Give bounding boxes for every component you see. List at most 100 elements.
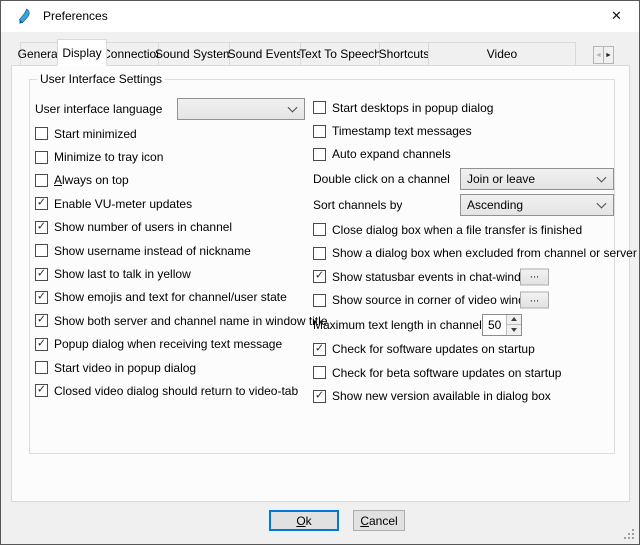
cancel-button[interactable]: Cancel [353, 510, 405, 531]
checkbox-label[interactable]: Closed video dialog should return to vid… [54, 384, 298, 398]
max-text-length-value[interactable]: 50 [483, 315, 506, 335]
checkbox-label[interactable]: Always on top [54, 173, 129, 187]
tab-video[interactable]: Video [428, 42, 576, 66]
auto-expand-channels-checkbox[interactable] [313, 148, 326, 161]
tab-scroll-right-button[interactable]: ► [603, 46, 614, 64]
max-text-length-spinner[interactable]: 50 [482, 314, 522, 336]
video-source-more-button[interactable]: ... [520, 292, 549, 309]
left-settings-column: User interface language Start minimized … [35, 96, 310, 403]
check-beta-updates-checkbox[interactable] [313, 366, 326, 379]
language-select[interactable] [177, 98, 305, 120]
video-popup-checkbox[interactable] [35, 361, 48, 374]
chevron-down-icon [288, 103, 298, 113]
close-button[interactable]: ✕ [594, 1, 639, 31]
checkbox-label[interactable]: Show a dialog box when excluded from cha… [332, 246, 637, 260]
window-title: Preferences [43, 1, 108, 32]
vu-meter-checkbox[interactable]: ✓ [35, 197, 48, 210]
tab-label: Video [487, 47, 517, 61]
checkbox-label[interactable]: Auto expand channels [332, 147, 451, 161]
spin-up-button[interactable] [507, 315, 521, 326]
tab-label: General [18, 47, 61, 61]
teamtalk-app-icon [16, 8, 33, 25]
checkbox-row: Start desktops in popup dialog [313, 96, 638, 119]
minimize-to-tray-checkbox[interactable] [35, 151, 48, 164]
checkbox-label[interactable]: Close dialog box when a file transfer is… [332, 223, 582, 237]
closed-video-return-checkbox[interactable]: ✓ [35, 384, 48, 397]
checkbox-row: ✓ Closed video dialog should return to v… [35, 379, 310, 402]
checkbox-row: Show a dialog box when excluded from cha… [313, 242, 638, 265]
tab-connection[interactable]: Connection [106, 42, 159, 66]
checkbox-row: Start minimized [35, 122, 310, 145]
display-tab-pane: User Interface Settings User interface l… [11, 65, 630, 502]
checkbox-label[interactable]: Start minimized [54, 127, 137, 141]
chevron-down-icon [597, 199, 607, 209]
checkbox-label[interactable]: Show new version available in dialog box [332, 389, 551, 403]
checkbox-label[interactable]: Timestamp text messages [332, 124, 472, 138]
popup-text-message-checkbox[interactable]: ✓ [35, 338, 48, 351]
tab-text-to-speech[interactable]: Text To Speech [300, 42, 380, 66]
double-click-value: Join or leave [467, 172, 535, 186]
checkbox-label[interactable]: Show emojis and text for channel/user st… [54, 290, 287, 304]
excluded-dialog-checkbox[interactable] [313, 247, 326, 260]
resize-grip[interactable] [624, 529, 635, 540]
statusbar-events-checkbox[interactable]: ✓ [313, 270, 326, 283]
ok-button[interactable]: Ok [269, 510, 339, 531]
tab-sound-system[interactable]: Sound System [158, 42, 230, 66]
close-on-transfer-finished-checkbox[interactable] [313, 223, 326, 236]
statusbar-events-more-button[interactable]: ... [520, 268, 549, 285]
checkbox-label[interactable]: Minimize to tray icon [54, 150, 163, 164]
timestamp-messages-checkbox[interactable] [313, 125, 326, 138]
spin-down-button[interactable] [507, 325, 521, 335]
tab-shortcuts[interactable]: Shortcuts [379, 42, 429, 66]
checkbox-row: Always on top [35, 169, 310, 192]
sort-channels-value: Ascending [467, 198, 523, 212]
check-icon: ✓ [315, 343, 324, 354]
new-version-dialog-checkbox[interactable]: ✓ [313, 390, 326, 403]
tab-label: Sound Events [228, 47, 303, 61]
checkbox-label[interactable]: Enable VU-meter updates [54, 197, 192, 211]
spinner-buttons [506, 315, 521, 335]
checkbox-label[interactable]: Show username instead of nickname [54, 244, 251, 258]
username-instead-nickname-checkbox[interactable] [35, 244, 48, 257]
checkbox-label[interactable]: Check for software updates on startup [332, 342, 535, 356]
check-icon: ✓ [37, 291, 46, 302]
checkbox-row: Auto expand channels [313, 143, 638, 166]
last-talk-yellow-checkbox[interactable]: ✓ [35, 268, 48, 281]
arrow-right-icon: ► [605, 52, 612, 59]
checkbox-label[interactable]: Show both server and channel name in win… [54, 314, 328, 328]
checkbox-label[interactable]: Show statusbar events in chat-window [332, 270, 536, 284]
tab-label: Text To Speech [299, 47, 381, 61]
checkbox-row: ✓ Show emojis and text for channel/user … [35, 286, 310, 309]
checkbox-label[interactable]: Start video in popup dialog [54, 361, 196, 375]
start-minimized-checkbox[interactable] [35, 127, 48, 140]
right-settings-column: Start desktops in popup dialog Timestamp… [313, 96, 638, 408]
check-icon: ✓ [315, 271, 324, 282]
checkbox-row: ✓ Show statusbar events in chat-window .… [313, 265, 638, 288]
check-updates-checkbox[interactable]: ✓ [313, 343, 326, 356]
sort-channels-select[interactable]: Ascending [460, 194, 614, 216]
checkbox-label[interactable]: Show source in corner of video window [332, 293, 540, 307]
tab-sound-events[interactable]: Sound Events [229, 42, 301, 66]
always-on-top-checkbox[interactable] [35, 174, 48, 187]
checkbox-label[interactable]: Show last to talk in yellow [54, 267, 191, 281]
checkbox-label[interactable]: Popup dialog when receiving text message [54, 337, 282, 351]
checkbox-label[interactable]: Check for beta software updates on start… [332, 366, 561, 380]
server-channel-title-checkbox[interactable]: ✓ [35, 314, 48, 327]
video-source-corner-checkbox[interactable] [313, 294, 326, 307]
arrow-left-icon: ◄ [595, 52, 602, 59]
tab-label: Shortcuts [379, 47, 430, 61]
tab-display[interactable]: Display [57, 39, 107, 66]
checkbox-label[interactable]: Show number of users in channel [54, 220, 232, 234]
tab-general[interactable]: General [20, 42, 58, 66]
checkbox-row: ✓ Popup dialog when receiving text messa… [35, 333, 310, 356]
titlebar[interactable]: Preferences ✕ [1, 1, 639, 32]
checkbox-row: Timestamp text messages [313, 119, 638, 142]
desktops-popup-checkbox[interactable] [313, 101, 326, 114]
checkbox-row: ✓ Check for software updates on startup [313, 338, 638, 361]
emojis-text-state-checkbox[interactable]: ✓ [35, 291, 48, 304]
checkbox-label[interactable]: Start desktops in popup dialog [332, 101, 493, 115]
tab-label: Sound System [155, 47, 233, 61]
double-click-select[interactable]: Join or leave [460, 168, 614, 190]
user-count-checkbox[interactable]: ✓ [35, 221, 48, 234]
checkbox-row: Check for beta software updates on start… [313, 361, 638, 384]
